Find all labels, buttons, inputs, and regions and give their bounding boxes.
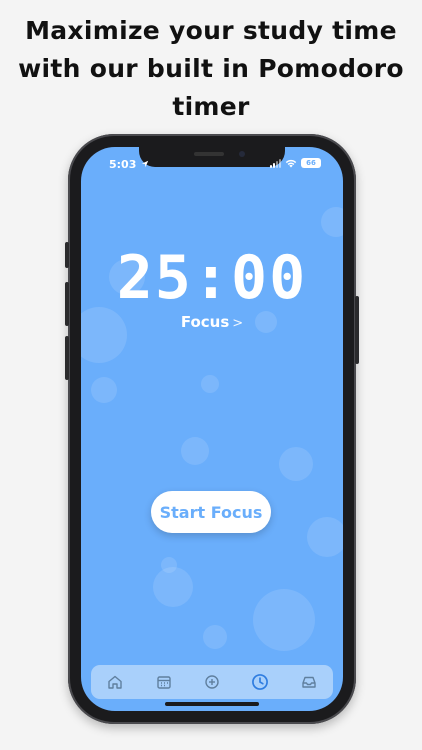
home-indicator bbox=[165, 702, 259, 706]
calendar-icon bbox=[156, 676, 171, 689]
headline-line-1: Maximize your study time bbox=[25, 16, 397, 45]
timer-display: 25:00 bbox=[116, 243, 308, 313]
decor-bubble bbox=[161, 557, 177, 573]
volume-down-button bbox=[65, 336, 69, 380]
headline: Maximize your study time with our built … bbox=[0, 12, 422, 126]
phone-screen: 5:03 66 25:00 Focus > Start Focus bbox=[81, 147, 343, 711]
decor-bubble bbox=[307, 517, 343, 557]
status-time-text: 5:03 bbox=[109, 158, 137, 171]
decor-bubble bbox=[201, 375, 219, 393]
home-icon bbox=[108, 675, 122, 689]
volume-up-button bbox=[65, 282, 69, 326]
clock-icon bbox=[252, 674, 269, 690]
mute-switch bbox=[65, 242, 69, 268]
inbox-icon bbox=[302, 676, 316, 688]
tab-calendar[interactable] bbox=[149, 667, 179, 697]
cellular-signal-icon bbox=[270, 158, 281, 168]
decor-bubble bbox=[203, 625, 227, 649]
status-time: 5:03 bbox=[109, 158, 149, 171]
decor-bubble bbox=[181, 437, 209, 465]
tab-add[interactable] bbox=[197, 667, 227, 697]
decor-bubble bbox=[321, 207, 343, 237]
location-arrow-icon bbox=[142, 160, 149, 168]
speaker-grille bbox=[194, 152, 224, 156]
decor-bubble bbox=[253, 589, 315, 651]
headline-line-2: with our built in Pomodoro bbox=[18, 54, 404, 83]
tab-inbox[interactable] bbox=[294, 667, 324, 697]
tab-home[interactable] bbox=[100, 667, 130, 697]
power-button bbox=[355, 296, 359, 364]
decor-bubble bbox=[91, 377, 117, 403]
start-focus-button[interactable]: Start Focus bbox=[151, 491, 271, 533]
front-camera bbox=[239, 151, 245, 157]
notch bbox=[139, 147, 285, 167]
decor-bubble bbox=[153, 567, 193, 607]
chevron-right-icon: > bbox=[232, 316, 244, 331]
battery-indicator: 66 bbox=[301, 158, 321, 168]
decor-bubble bbox=[279, 447, 313, 481]
mode-label: Focus bbox=[180, 313, 230, 331]
mode-selector[interactable]: Focus > bbox=[81, 313, 343, 331]
status-indicators: 66 bbox=[270, 158, 321, 168]
wifi-icon bbox=[285, 159, 297, 167]
add-circle-icon bbox=[205, 675, 219, 689]
tab-timer[interactable] bbox=[245, 667, 275, 697]
headline-line-3: timer bbox=[172, 92, 250, 121]
tab-bar bbox=[91, 665, 333, 699]
